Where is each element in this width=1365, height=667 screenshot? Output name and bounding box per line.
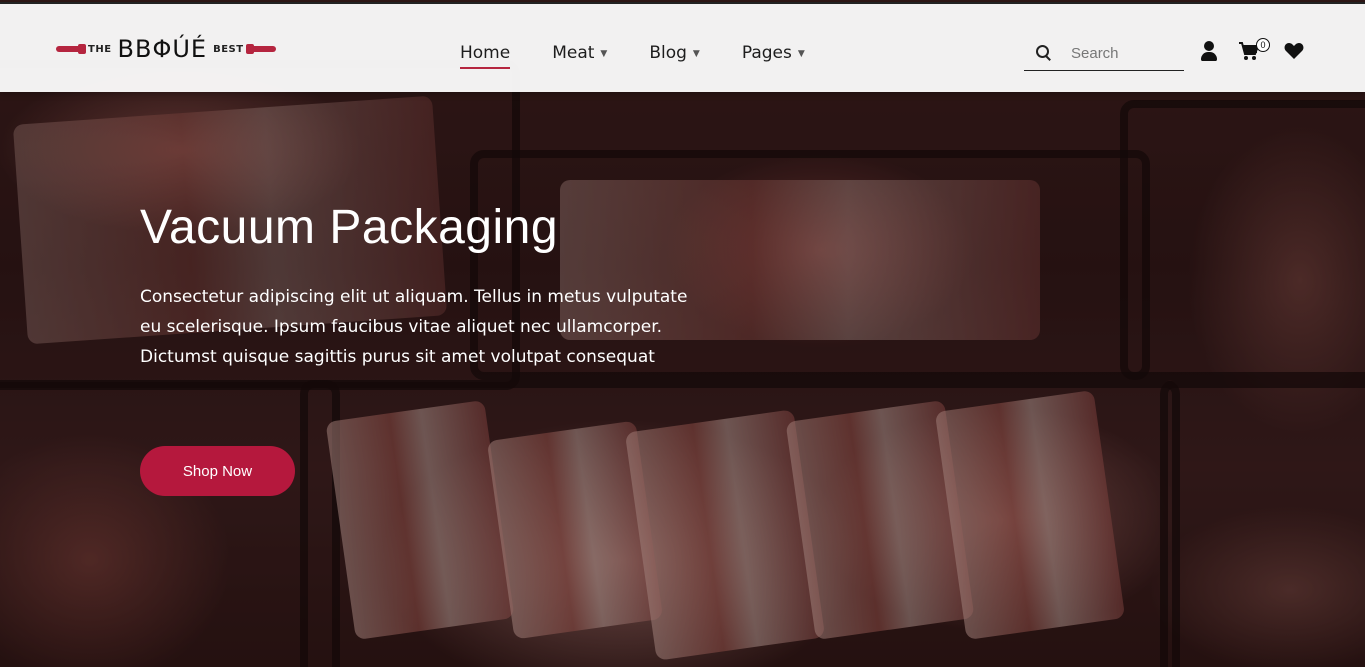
chevron-down-icon: ▼ xyxy=(797,49,805,59)
hero-description: Consectetur adipiscing elit ut aliquam. … xyxy=(140,287,688,367)
main-nav: Home Meat ▼ Blog ▼ Pages ▼ xyxy=(460,38,847,69)
nav-item-meat[interactable]: Meat ▼ xyxy=(552,38,607,68)
logo-name: ΒΒΦÚÉ xyxy=(117,35,208,63)
chevron-down-icon: ▼ xyxy=(692,49,700,59)
knife-right-icon xyxy=(249,46,276,52)
hero-title: Vacuum Packaging xyxy=(140,201,559,254)
nav-item-pages[interactable]: Pages ▼ xyxy=(742,38,805,68)
nav-item-label: Home xyxy=(460,43,511,63)
user-icon[interactable] xyxy=(1200,41,1218,61)
nav-item-label: Pages xyxy=(741,43,792,63)
nav-item-label: Meat xyxy=(552,43,595,63)
shop-now-button[interactable]: Shop Now xyxy=(140,446,295,496)
site-logo[interactable]: THE ΒΒΦÚÉ BEST xyxy=(56,34,276,64)
search-icon[interactable] xyxy=(1034,43,1054,63)
nav-item-blog[interactable]: Blog ▼ xyxy=(649,38,700,68)
heart-icon[interactable] xyxy=(1284,42,1304,60)
cart-count-badge: 0 xyxy=(1256,38,1270,52)
nav-item-label: Blog xyxy=(649,43,687,63)
header-actions: 0 xyxy=(1200,38,1304,62)
nav-item-home[interactable]: Home xyxy=(460,38,511,69)
site-header: THE ΒΒΦÚÉ BEST Home Meat ▼ Blog ▼ Pages … xyxy=(0,2,1365,92)
knife-left-icon xyxy=(56,44,86,54)
cart-icon[interactable]: 0 xyxy=(1238,38,1270,62)
search-box xyxy=(1024,36,1184,71)
chevron-down-icon: ▼ xyxy=(600,49,608,59)
logo-suffix: BEST xyxy=(213,43,244,55)
search-input[interactable] xyxy=(1069,43,1183,63)
logo-prefix: THE xyxy=(88,43,112,55)
